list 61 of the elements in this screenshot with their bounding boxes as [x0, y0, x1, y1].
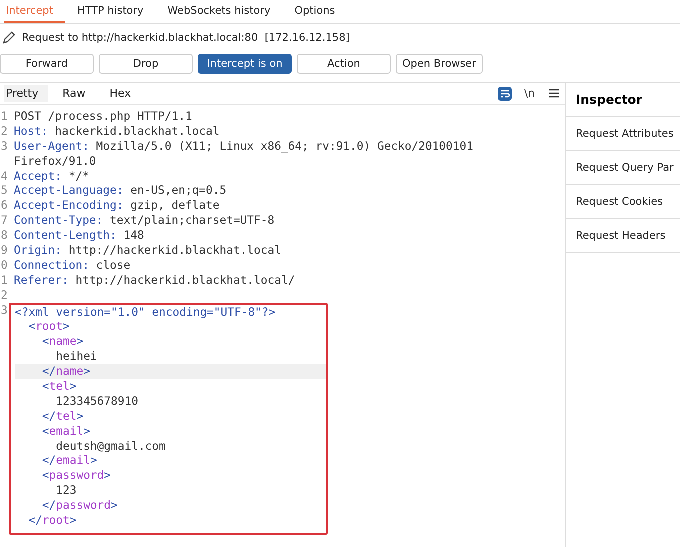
code-text: POST /process.php HTTP/1.1: [14, 109, 192, 124]
editor-tab[interactable]: Hex: [108, 85, 140, 102]
tab[interactable]: HTTP history: [75, 0, 156, 23]
code-text: 123345678910: [55, 394, 138, 409]
code-text: </password>: [41, 498, 118, 514]
code-text: Referer: http://hackerkid.blackhat.local/: [14, 272, 296, 288]
inspector-section[interactable]: Request Headers: [566, 219, 680, 253]
toolbar-button[interactable]: Open Browser: [396, 54, 483, 74]
code-text: <tel>: [41, 379, 77, 394]
line-number: 1: [0, 109, 9, 124]
toolbar-button[interactable]: Forward: [0, 54, 94, 74]
code-text: <root>: [28, 319, 70, 334]
newline-toggle[interactable]: \n: [524, 87, 535, 100]
code-text: Content-Length: 148: [14, 228, 144, 244]
code-text: Accept-Encoding: gzip, deflate: [14, 198, 220, 214]
wrap-icon[interactable]: [498, 86, 512, 100]
inspector-section[interactable]: Request Cookies: [566, 185, 680, 219]
code-text: </tel>: [41, 408, 84, 424]
code-text: <name>: [41, 334, 84, 350]
code-text: </root>: [28, 513, 77, 528]
code-text: </email>: [41, 453, 98, 468]
line-number: 0: [0, 258, 9, 273]
code-text: <email>: [41, 424, 90, 439]
line-number: 4: [0, 168, 9, 184]
line-number: 1: [0, 272, 9, 288]
inspector-title: Inspector: [566, 83, 680, 117]
tab[interactable]: Options: [292, 0, 348, 23]
line-number: 5: [0, 183, 9, 198]
code-text: User-Agent: Mozilla/5.0 (X11; Linux x86_64; rv:91.0) Gecko/20100101: [14, 138, 474, 154]
line-number: 2: [0, 124, 9, 139]
inspector-section[interactable]: Request Attributes: [566, 117, 680, 151]
line-number: 2: [0, 288, 9, 303]
code-text: Content-Type: text/plain;charset=UTF-8: [14, 213, 275, 228]
menu-icon[interactable]: [549, 89, 559, 98]
toolbar-button[interactable]: Action: [297, 54, 391, 74]
line-number: 9: [0, 243, 9, 258]
code-text: <?xml version="1.0" encoding="UTF-8"?>: [15, 304, 276, 320]
code-text: deutsh@gmail.com: [55, 438, 166, 454]
line-number: 8: [0, 228, 9, 244]
code-text: </name>: [41, 364, 90, 380]
line-number: 7: [0, 213, 9, 228]
editor-tab[interactable]: Pretty: [4, 85, 48, 102]
code-text: Firefox/91.0: [14, 154, 96, 169]
editor-tab[interactable]: Raw: [60, 85, 95, 102]
code-text: Accept: */*: [14, 168, 90, 184]
line-number: 6: [0, 198, 9, 214]
code-text: Origin: http://hackerkid.blackhat.local: [14, 243, 282, 258]
code-text: 123: [55, 483, 77, 498]
tab[interactable]: WebSockets history: [166, 0, 283, 23]
line-number: 3: [0, 302, 9, 318]
code-text: heihei: [55, 349, 98, 364]
code-text: Connection: close: [14, 258, 131, 273]
pencil-icon: [2, 31, 16, 45]
toolbar-button[interactable]: Drop: [99, 54, 193, 74]
request-info: Request to http://hackerkid.blackhat.local:80 [172.16.12.158]: [22, 32, 350, 44]
code-text: Accept-Language: en-US,en;q=0.5: [14, 183, 227, 198]
code-text: Host: hackerkid.blackhat.local: [14, 124, 220, 139]
code-text: <password>: [41, 468, 112, 484]
line-number: 3: [0, 138, 9, 154]
toolbar-button[interactable]: Intercept is on: [198, 54, 292, 74]
inspector-section[interactable]: Request Query Par: [566, 151, 680, 185]
